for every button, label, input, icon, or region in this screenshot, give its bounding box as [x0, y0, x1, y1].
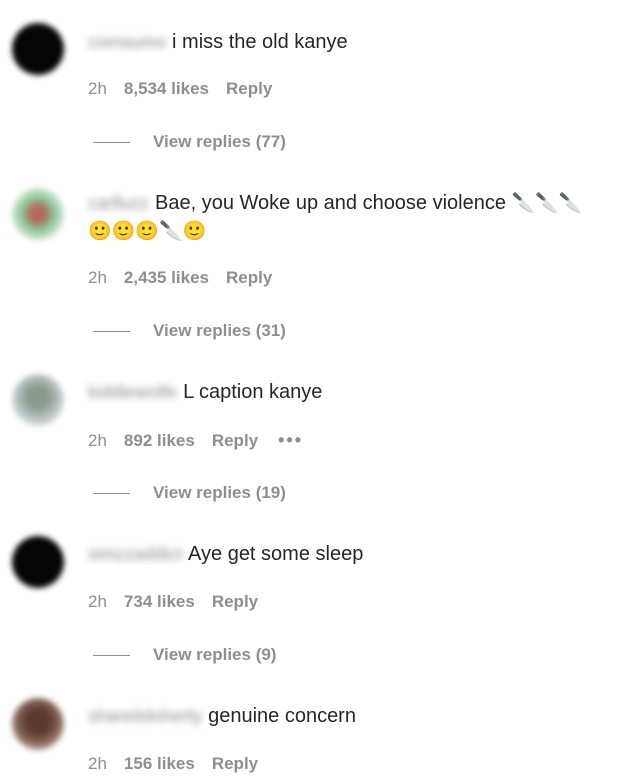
view-replies-label: View replies (9) — [153, 645, 277, 664]
likes-count[interactable]: 892 likes — [124, 431, 195, 451]
username[interactable]: shareitdoherty — [88, 703, 202, 729]
view-replies-button[interactable]: View replies (19) — [93, 483, 286, 503]
likes-count[interactable]: 2,435 likes — [124, 268, 209, 288]
view-replies-button[interactable]: View replies (31) — [93, 321, 286, 341]
likes-count[interactable]: 8,534 likes — [124, 79, 209, 99]
view-replies-button[interactable]: View replies (77) — [93, 132, 286, 152]
likes-count[interactable]: 156 likes — [124, 754, 195, 774]
comment-text-line: comsumo i miss the old kanye — [88, 29, 348, 55]
replies-divider — [93, 492, 130, 494]
replies-divider — [93, 654, 130, 656]
reply-button[interactable]: Reply — [226, 268, 272, 288]
username[interactable]: simzzaddict — [88, 541, 182, 567]
emoji-sequence: 🔪🔪🔪 — [511, 192, 583, 214]
view-replies-button[interactable]: View replies (9) — [93, 645, 276, 665]
timestamp[interactable]: 2h — [88, 754, 107, 774]
comment-meta: 2h 8,534 likes Reply — [88, 79, 272, 99]
avatar[interactable] — [12, 23, 64, 75]
more-options-icon[interactable]: ••• — [278, 430, 303, 451]
replies-divider — [93, 330, 130, 332]
comment-body: genuine concern — [208, 705, 356, 727]
comment-text-line-2: 🙂🙂🙂🔪🙂 — [88, 218, 206, 244]
username[interactable]: carlluzz — [88, 190, 149, 216]
comment-body: Aye get some sleep — [188, 543, 364, 565]
comment-meta: 2h 156 likes Reply — [88, 754, 258, 774]
avatar[interactable] — [12, 374, 64, 426]
view-replies-label: View replies (19) — [153, 483, 286, 502]
avatar[interactable] — [12, 188, 64, 240]
comment-body: Bae, you Woke up and choose violence — [155, 192, 506, 214]
reply-button[interactable]: Reply — [212, 592, 258, 612]
comment-text-line: kiddiewolfe L caption kanye — [88, 379, 322, 405]
comment-meta: 2h 892 likes Reply ••• — [88, 430, 303, 451]
comment-body: L caption kanye — [183, 381, 323, 403]
reply-button[interactable]: Reply — [226, 79, 272, 99]
timestamp[interactable]: 2h — [88, 592, 107, 612]
timestamp[interactable]: 2h — [88, 431, 107, 451]
timestamp[interactable]: 2h — [88, 79, 107, 99]
likes-count[interactable]: 734 likes — [124, 592, 195, 612]
comment-meta: 2h 2,435 likes Reply — [88, 268, 272, 288]
view-replies-label: View replies (31) — [153, 321, 286, 340]
avatar[interactable] — [12, 536, 64, 588]
emoji-sequence: 🙂🙂🙂🔪🙂 — [88, 220, 207, 242]
comment-body: i miss the old kanye — [172, 31, 348, 53]
view-replies-label: View replies (77) — [153, 132, 286, 151]
replies-divider — [93, 141, 130, 143]
reply-button[interactable]: Reply — [212, 754, 258, 774]
comment-meta: 2h 734 likes Reply — [88, 592, 258, 612]
timestamp[interactable]: 2h — [88, 268, 107, 288]
comment-text-line: shareitdoherty genuine concern — [88, 703, 356, 729]
comment-text-line: carlluzz Bae, you Woke up and choose viol… — [88, 190, 583, 216]
username[interactable]: comsumo — [88, 29, 166, 55]
reply-button[interactable]: Reply — [212, 431, 258, 451]
avatar[interactable] — [12, 698, 64, 750]
comment-text-line: simzzaddict Aye get some sleep — [88, 541, 363, 567]
username[interactable]: kiddiewolfe — [88, 379, 177, 405]
